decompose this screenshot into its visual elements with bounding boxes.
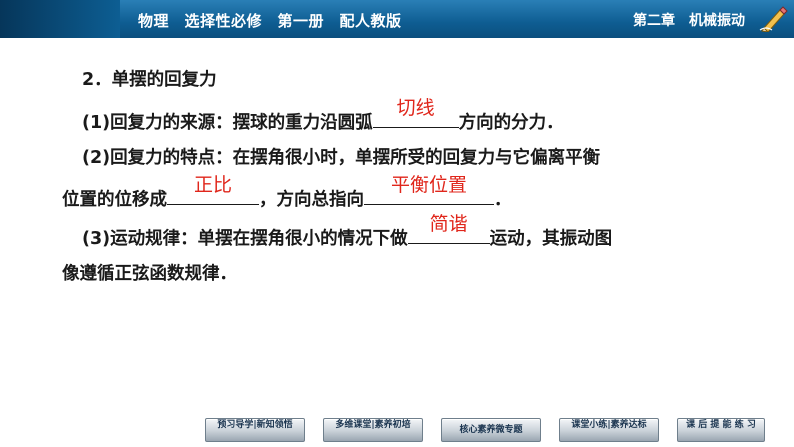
p1-suffix: 方向的分力． xyxy=(458,113,564,133)
nav-label: 预习导学|新知领悟 xyxy=(217,420,293,430)
nav-button-practice[interactable]: 课堂小练|素养达标 xyxy=(559,418,659,442)
chapter-title: 第二章 机械振动 xyxy=(633,13,745,29)
nav-button-preview[interactable]: 预习导学|新知领悟 xyxy=(205,418,305,442)
book-title: 物理 选择性必修 第一册 配人教版 xyxy=(138,12,402,30)
blank-2: 正比 xyxy=(167,174,259,205)
blank-1: 切线 xyxy=(372,97,459,128)
p1-prefix: (1)回复力的来源：摆球的重力沿圆弧 xyxy=(82,113,373,133)
blank-4: 简谐 xyxy=(407,213,490,244)
p3-prefix: (3)运动规律：单摆在摆角很小的情况下做 xyxy=(82,229,408,249)
paragraph-2-line-1: (2)回复力的特点：在摆角很小时，单摆所受的回复力与它偏离平衡 xyxy=(82,148,601,168)
nav-button-homework[interactable]: 课 后 提 能 练 习 xyxy=(677,418,765,442)
nav-button-classroom[interactable]: 多维课堂|素养初培 xyxy=(323,418,423,442)
p2-suffix: ． xyxy=(494,190,512,210)
answer-4: 简谐 xyxy=(429,213,468,235)
paragraph-1: (1)回复力的来源：摆球的重力沿圆弧 切线方向的分力． xyxy=(82,97,564,134)
p2-prefix: 位置的位移成 xyxy=(62,190,167,210)
p2-mid: ，方向总指向 xyxy=(259,190,364,210)
section-heading: 2．单摆的回复力 xyxy=(82,70,217,90)
paragraph-3-line-2: 像遵循正弦函数规律． xyxy=(62,264,237,284)
nav-label: 课 后 提 能 练 习 xyxy=(686,420,756,430)
nav-label: 核心素养微专题 xyxy=(459,425,523,435)
nav-label: 多维课堂|素养初培 xyxy=(335,420,411,430)
answer-3: 平衡位置 xyxy=(390,174,467,196)
paragraph-2-line-2: 位置的位移成 正比 ，方向总指向 平衡位置 ． xyxy=(62,174,512,211)
p3-suffix: 运动，其振动图 xyxy=(489,229,613,249)
answer-2: 正比 xyxy=(193,174,232,196)
bottom-nav: 预习导学|新知领悟 多维课堂|素养初培 核心素养微专题 课堂小练|素养达标 课 … xyxy=(205,418,765,442)
pencil-icon xyxy=(759,6,788,32)
header-left-block xyxy=(0,0,120,38)
header-bar: 物理 选择性必修 第一册 配人教版 第二章 机械振动 xyxy=(0,0,794,38)
nav-button-core-topic[interactable]: 核心素养微专题 xyxy=(441,418,541,442)
answer-1: 切线 xyxy=(396,97,435,119)
paragraph-3-line-1: (3)运动规律：单摆在摆角很小的情况下做 简谐运动，其振动图 xyxy=(82,213,613,250)
nav-label: 课堂小练|素养达标 xyxy=(571,420,647,430)
blank-3: 平衡位置 xyxy=(364,174,494,205)
